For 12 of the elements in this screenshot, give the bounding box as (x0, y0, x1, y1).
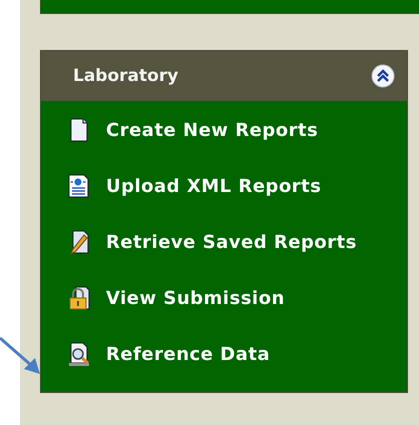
magnifier-document-icon (67, 341, 91, 367)
menu-link[interactable]: Upload XML Reports (106, 176, 322, 196)
menu-link[interactable]: Create New Reports (106, 120, 318, 140)
pencil-document-icon (67, 229, 91, 255)
menu-link[interactable]: View Submission (106, 288, 285, 308)
pointer-arrow (0, 336, 42, 376)
panel-title: Laboratory (73, 66, 178, 86)
menu-link[interactable]: Retrieve Saved Reports (106, 232, 357, 252)
collapse-icon[interactable] (371, 64, 395, 88)
menu-link[interactable]: Reference Data (106, 344, 270, 364)
padlock-icon (67, 285, 91, 311)
code-document-icon (67, 173, 91, 199)
